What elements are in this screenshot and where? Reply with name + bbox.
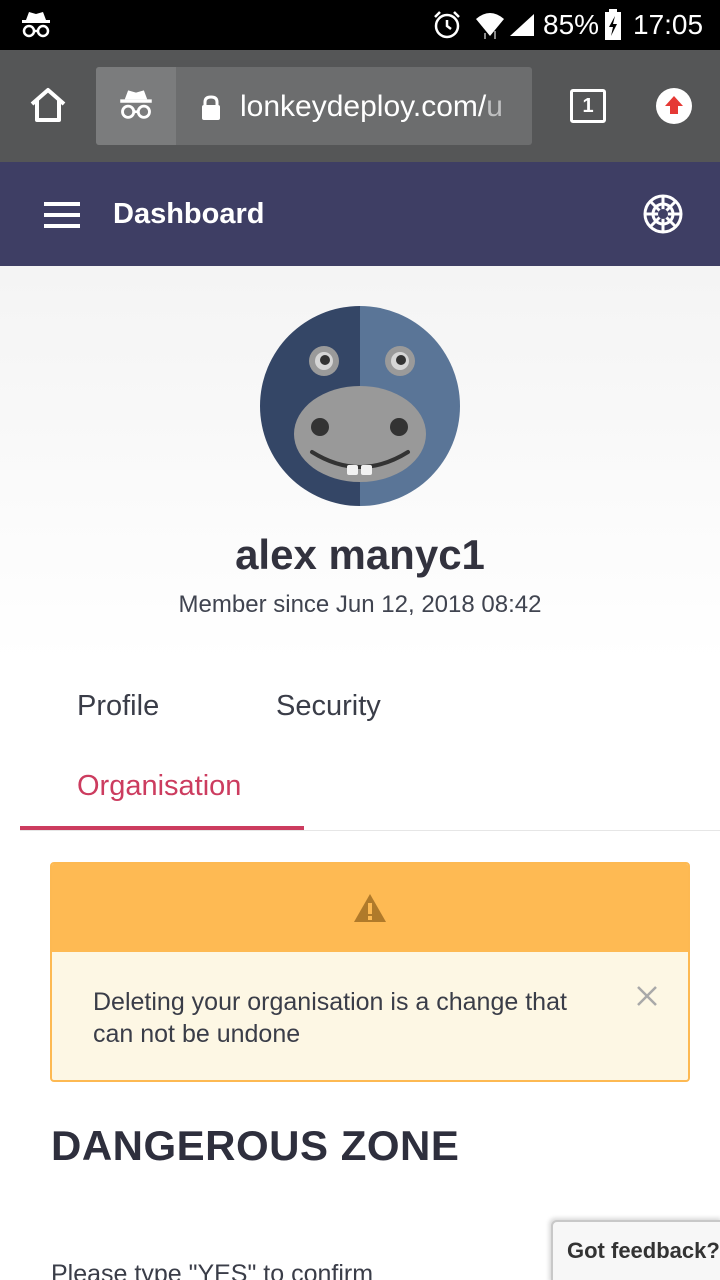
confirm-instruction: Please type "YES" to confirm [51, 1260, 374, 1280]
url-text[interactable]: lonkeydeploy.com/u [240, 89, 520, 125]
feedback-button[interactable]: Got feedback? [551, 1220, 720, 1280]
clock: 17:05 [633, 9, 704, 40]
battery-charging-icon [604, 9, 622, 46]
warning-icon [354, 894, 386, 922]
incognito-indicator [96, 67, 176, 145]
alarm-icon [432, 10, 462, 45]
member-since: Member since Jun 12, 2018 08:42 [178, 591, 542, 618]
tabs-divider [20, 830, 720, 831]
incognito-icon [120, 90, 152, 119]
danger-zone-heading: DANGEROUS ZONE [51, 1122, 460, 1169]
warning-alert: Deleting your organisation is a change t… [50, 862, 690, 1082]
help-icon[interactable] [642, 193, 684, 240]
tab-switcher-button[interactable]: 1 [570, 89, 606, 123]
hamburger-menu-icon[interactable] [44, 202, 80, 233]
feedback-label: Got feedback? [567, 1238, 720, 1263]
app-header: Dashboard [0, 162, 720, 266]
alert-message: Deleting your organisation is a change t… [93, 988, 567, 1048]
home-icon[interactable] [28, 86, 68, 129]
address-bar[interactable]: lonkeydeploy.com/u [96, 67, 532, 145]
browser-toolbar: lonkeydeploy.com/u 1 [0, 50, 720, 162]
tab-security[interactable]: Security [276, 688, 381, 724]
battery-percent: 85% [543, 9, 600, 40]
avatar [260, 306, 460, 511]
status-bar: 85% 17:05 [0, 0, 720, 50]
profile-section: alex manyc1 Member since Jun 12, 2018 08… [0, 266, 720, 831]
tab-profile[interactable]: Profile [77, 688, 159, 724]
update-icon[interactable] [656, 88, 692, 124]
user-name: alex manyc1 [235, 531, 485, 578]
tab-organisation[interactable]: Organisation [77, 768, 241, 804]
wifi-icon [474, 9, 506, 46]
close-icon[interactable] [635, 984, 659, 1008]
alert-header [52, 864, 688, 952]
lock-icon [200, 95, 222, 126]
signal-icon [508, 12, 536, 43]
incognito-icon [20, 10, 52, 45]
page-title: Dashboard [113, 198, 265, 230]
